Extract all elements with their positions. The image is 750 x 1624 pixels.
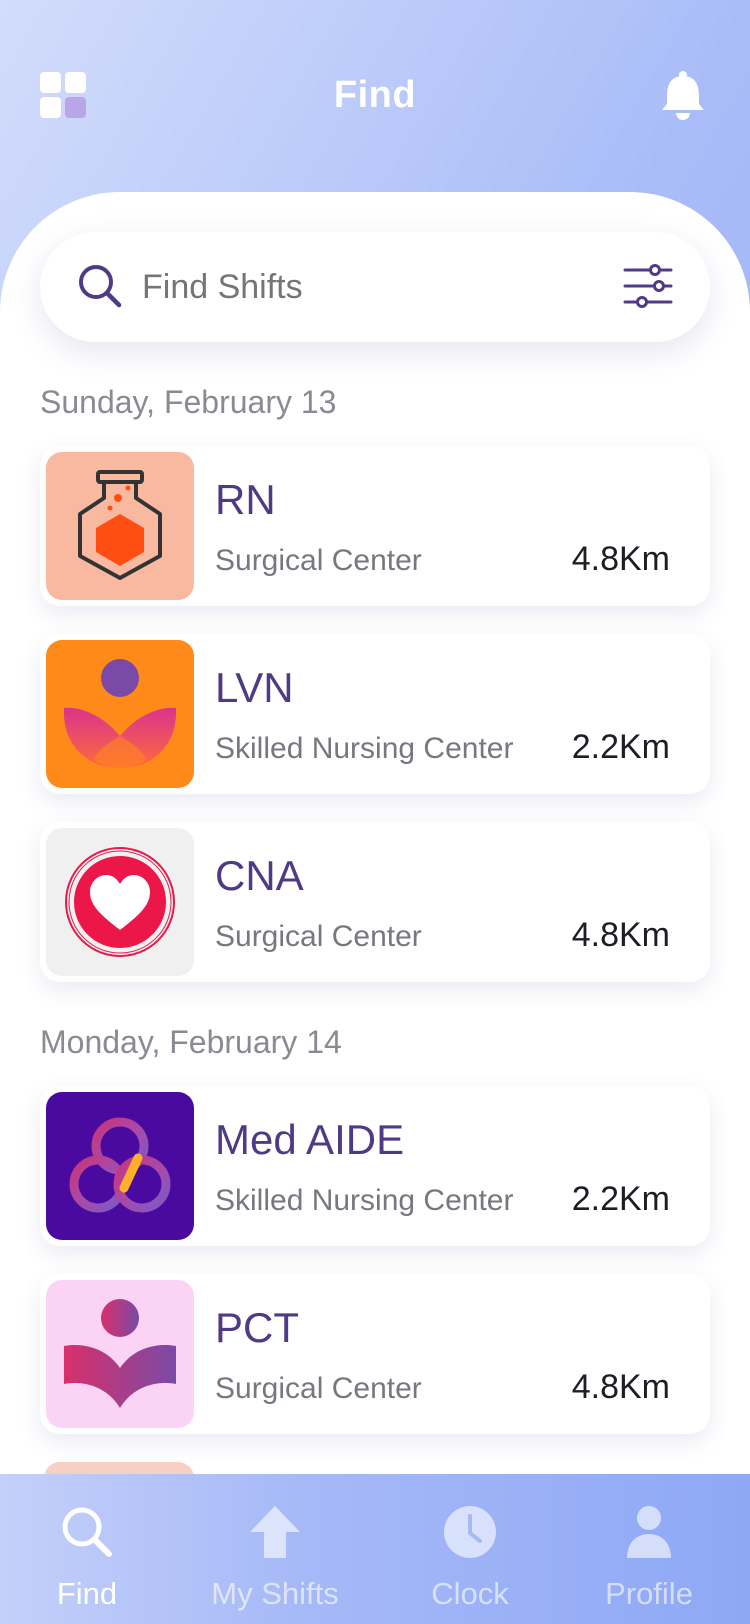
person-book-icon xyxy=(64,1299,176,1408)
nav-label: Profile xyxy=(605,1576,693,1611)
filter-sliders-icon[interactable] xyxy=(622,260,674,312)
facility-name: Skilled Nursing Center xyxy=(215,732,514,765)
bell-icon[interactable] xyxy=(658,70,708,122)
nav-item-my-shifts[interactable]: My Shifts xyxy=(190,1474,360,1624)
shift-role: LVN xyxy=(215,664,294,711)
nav-label: My Shifts xyxy=(211,1576,339,1611)
nav-item-clock[interactable]: Clock xyxy=(385,1474,555,1624)
shift-card[interactable]: RN Surgical Center 4.8Km xyxy=(40,446,710,606)
bottom-nav: Find My Shifts Clock Profile xyxy=(0,1474,750,1624)
distance: 2.2Km xyxy=(571,728,670,766)
facility-thumbnail xyxy=(46,640,194,788)
shift-role: Med AIDE xyxy=(215,1116,405,1163)
distance: 4.8Km xyxy=(571,916,670,954)
section-date: Sunday, February 13 xyxy=(40,384,337,420)
arrow-up-icon xyxy=(250,1506,300,1558)
facility-thumbnail xyxy=(46,1092,194,1240)
person-icon xyxy=(627,1506,671,1558)
nav-label: Find xyxy=(56,1576,118,1611)
distance: 4.8Km xyxy=(571,540,670,578)
facility-name: Surgical Center xyxy=(215,544,422,577)
distance: 2.2Km xyxy=(571,1180,670,1218)
nav-item-find[interactable]: Find xyxy=(2,1474,172,1624)
search-icon xyxy=(62,1507,112,1557)
search-input[interactable] xyxy=(142,268,562,307)
lotus-person-icon xyxy=(63,659,177,768)
shift-role: CNA xyxy=(215,852,304,899)
section-date: Monday, February 14 xyxy=(40,1024,342,1060)
shift-card[interactable]: PCT Surgical Center 4.8Km xyxy=(40,1274,710,1434)
facility-name: Skilled Nursing Center xyxy=(215,1184,514,1217)
distance: 4.8Km xyxy=(571,1368,670,1406)
nav-item-profile[interactable]: Profile xyxy=(564,1474,734,1624)
flask-icon xyxy=(78,470,162,580)
facility-name: Surgical Center xyxy=(215,920,422,953)
shift-role: PCT xyxy=(215,1304,299,1351)
top-bar: Find xyxy=(0,60,750,130)
search-bar[interactable] xyxy=(40,232,710,342)
trefoil-icon xyxy=(69,1117,171,1213)
facility-name: Surgical Center xyxy=(215,1372,422,1405)
heart-icon xyxy=(65,847,175,957)
clock-icon xyxy=(444,1506,496,1558)
page-title: Find xyxy=(333,74,417,116)
facility-thumbnail xyxy=(46,828,194,976)
nav-label: Clock xyxy=(431,1576,509,1611)
facility-thumbnail xyxy=(46,452,194,600)
shift-card[interactable]: LVN Skilled Nursing Center 2.2Km xyxy=(40,634,710,794)
facility-thumbnail xyxy=(46,1280,194,1428)
search-icon xyxy=(79,265,122,308)
shift-card[interactable]: CNA Surgical Center 4.8Km xyxy=(40,822,710,982)
app-screen: Find Sunday, February xyxy=(0,0,750,1624)
shift-card[interactable]: Med AIDE Skilled Nursing Center 2.2Km xyxy=(40,1086,710,1246)
shift-role: RN xyxy=(215,476,276,523)
